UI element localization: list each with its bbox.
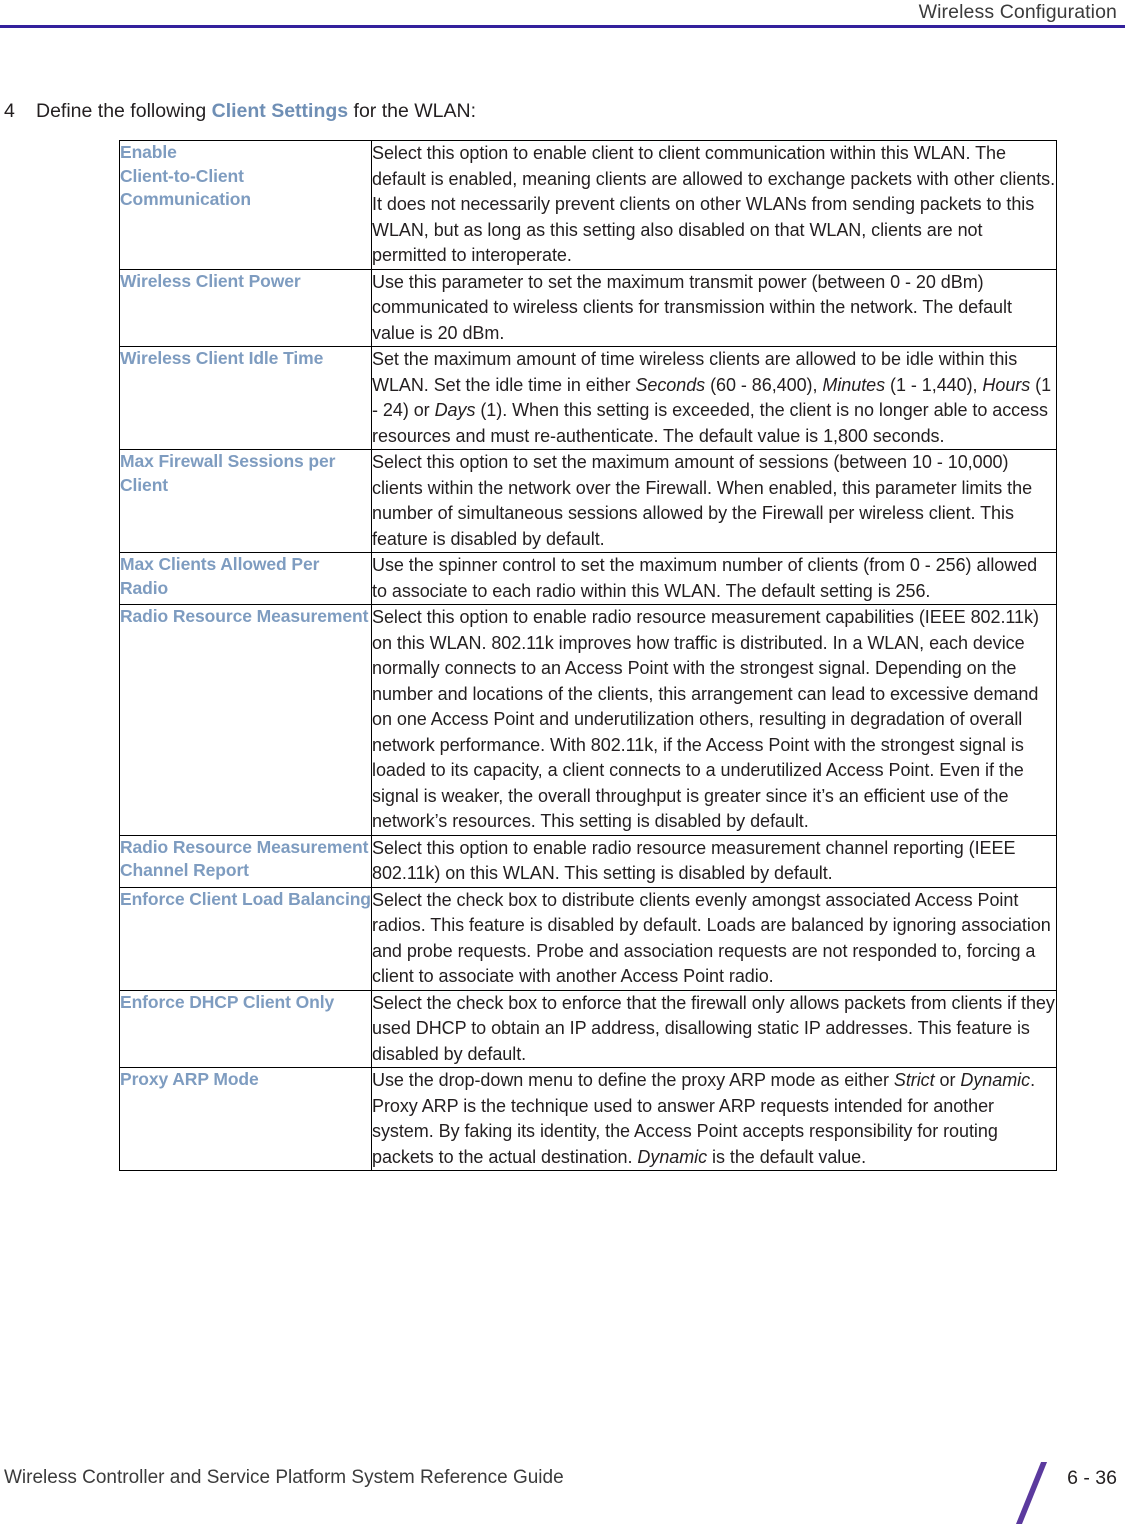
parameter-name-cell: Max Firewall Sessions per Client — [119, 449, 372, 553]
footer-guide-title: Wireless Controller and Service Platform… — [4, 1467, 564, 1488]
client-settings-table: Enable Client-to-Client Communication Selec… — [119, 140, 1057, 1171]
parameter-name-cell: Radio Resource Measurement Channel Repor… — [119, 834, 372, 888]
parameter-description-cell: Select this option to enable radio resou… — [371, 604, 1057, 836]
parameter-label: Wireless Client Idle Time — [120, 348, 324, 368]
table-row: Wireless Client Power Use this parameter … — [119, 268, 1057, 347]
parameter-label: Max Clients Allowed Per Radio — [120, 554, 320, 598]
step-accent-term: Client Settings — [211, 100, 349, 122]
footer-page-number: 6 - 36 — [1067, 1467, 1117, 1489]
parameter-label: Radio Resource Measurement Channel Repor… — [120, 836, 369, 881]
page-footer: Wireless Controller and Service Platform… — [0, 1438, 1125, 1524]
parameter-description: Select this option to set the maximum am… — [372, 452, 1033, 549]
parameter-label: Enforce Client Load Balancing — [120, 888, 371, 909]
parameter-description-cell: Use this parameter to set the maximum tr… — [371, 268, 1057, 347]
step-text-before: Define the following — [36, 100, 212, 122]
step-number: 4 — [4, 100, 15, 122]
running-header-title: Wireless Configuration — [918, 1, 1117, 23]
footer-slash-mark-icon — [1016, 1462, 1048, 1524]
table-row: Max Firewall Sessions per Client Select t… — [119, 449, 1057, 553]
parameter-label: Enforce DHCP Client Only — [120, 991, 335, 1012]
parameter-description: Select this option to enable radio resou… — [372, 607, 1039, 831]
parameter-description: Select the check box to distribute clien… — [372, 889, 1051, 987]
parameter-label: Wireless Client Power — [120, 270, 301, 291]
parameter-description-cell: Select the check box to distribute clien… — [371, 886, 1057, 991]
parameter-description: Use the drop-down menu to define the pro… — [372, 1070, 1036, 1167]
parameter-label: Max Firewall Sessions per Client — [120, 451, 336, 495]
table-row: Enforce Client Load Balancing Select the … — [119, 886, 1057, 991]
parameter-name-cell: Wireless Client Idle Time — [119, 346, 372, 450]
parameter-description: Use the spinner control to set the maxim… — [372, 555, 1038, 601]
parameter-description-cell: Select this option to enable radio resou… — [371, 834, 1057, 888]
page-header: Wireless Configuration — [0, 0, 1125, 24]
parameter-description-cell: Select this option to set the maximum am… — [371, 449, 1057, 553]
step-instruction: 4 Define the following Client Settings f… — [0, 97, 1060, 127]
parameter-description-cell: Select the check box to enforce that the… — [371, 989, 1057, 1068]
table-row: Enable Client-to-Client Communication Selec… — [119, 140, 1057, 270]
parameter-name-cell: Enforce Client Load Balancing — [119, 886, 372, 991]
table-row: Max Clients Allowed Per Radio Use the spi… — [119, 552, 1057, 605]
parameter-name-cell: Wireless Client Power — [119, 268, 372, 347]
parameter-description: Select the check box to enforce that the… — [372, 992, 1055, 1064]
parameter-description: Select this option to enable radio resou… — [372, 837, 1016, 884]
client-settings-table-body: Enable Client-to-Client Communication Selec… — [119, 140, 1057, 1171]
parameter-description-cell: Use the spinner control to set the maxim… — [371, 552, 1057, 605]
parameter-name-cell: Max Clients Allowed Per Radio — [119, 552, 372, 605]
parameter-description-cell: Select this option to enable client to c… — [371, 140, 1057, 270]
parameter-name-cell: Proxy ARP Mode — [119, 1067, 372, 1171]
table-row: Radio Resource Measurement Channel Repor… — [119, 834, 1057, 888]
parameter-name-cell: Enable Client-to-Client Communication — [119, 140, 372, 270]
parameter-label: Radio Resource Measurement — [120, 606, 369, 626]
parameter-description-cell: Use the drop-down menu to define the pro… — [371, 1067, 1057, 1171]
parameter-description: Use this parameter to set the maximum tr… — [372, 271, 1012, 343]
table-row: Proxy ARP Mode Use the drop-down menu to … — [119, 1067, 1057, 1171]
step-text: Define the following Client Settings for… — [36, 97, 476, 125]
parameter-label: Proxy ARP Mode — [120, 1069, 259, 1089]
table-row: Radio Resource Measurement Select this op… — [119, 604, 1057, 836]
parameter-label: Enable Client-to-Client Communication — [120, 142, 251, 209]
header-divider-rule — [0, 25, 1125, 28]
parameter-description: Select this option to enable client to c… — [372, 143, 1056, 265]
parameter-description: Set the maximum amount of time wireless … — [372, 349, 1052, 446]
table-row: Wireless Client Idle Time Set the maximum… — [119, 346, 1057, 450]
step-text-after: for the WLAN: — [348, 100, 476, 122]
parameter-name-cell: Enforce DHCP Client Only — [119, 989, 372, 1068]
table-row: Enforce DHCP Client Only Select the check… — [119, 989, 1057, 1068]
parameter-name-cell: Radio Resource Measurement — [119, 604, 372, 836]
parameter-description-cell: Set the maximum amount of time wireless … — [371, 346, 1057, 450]
